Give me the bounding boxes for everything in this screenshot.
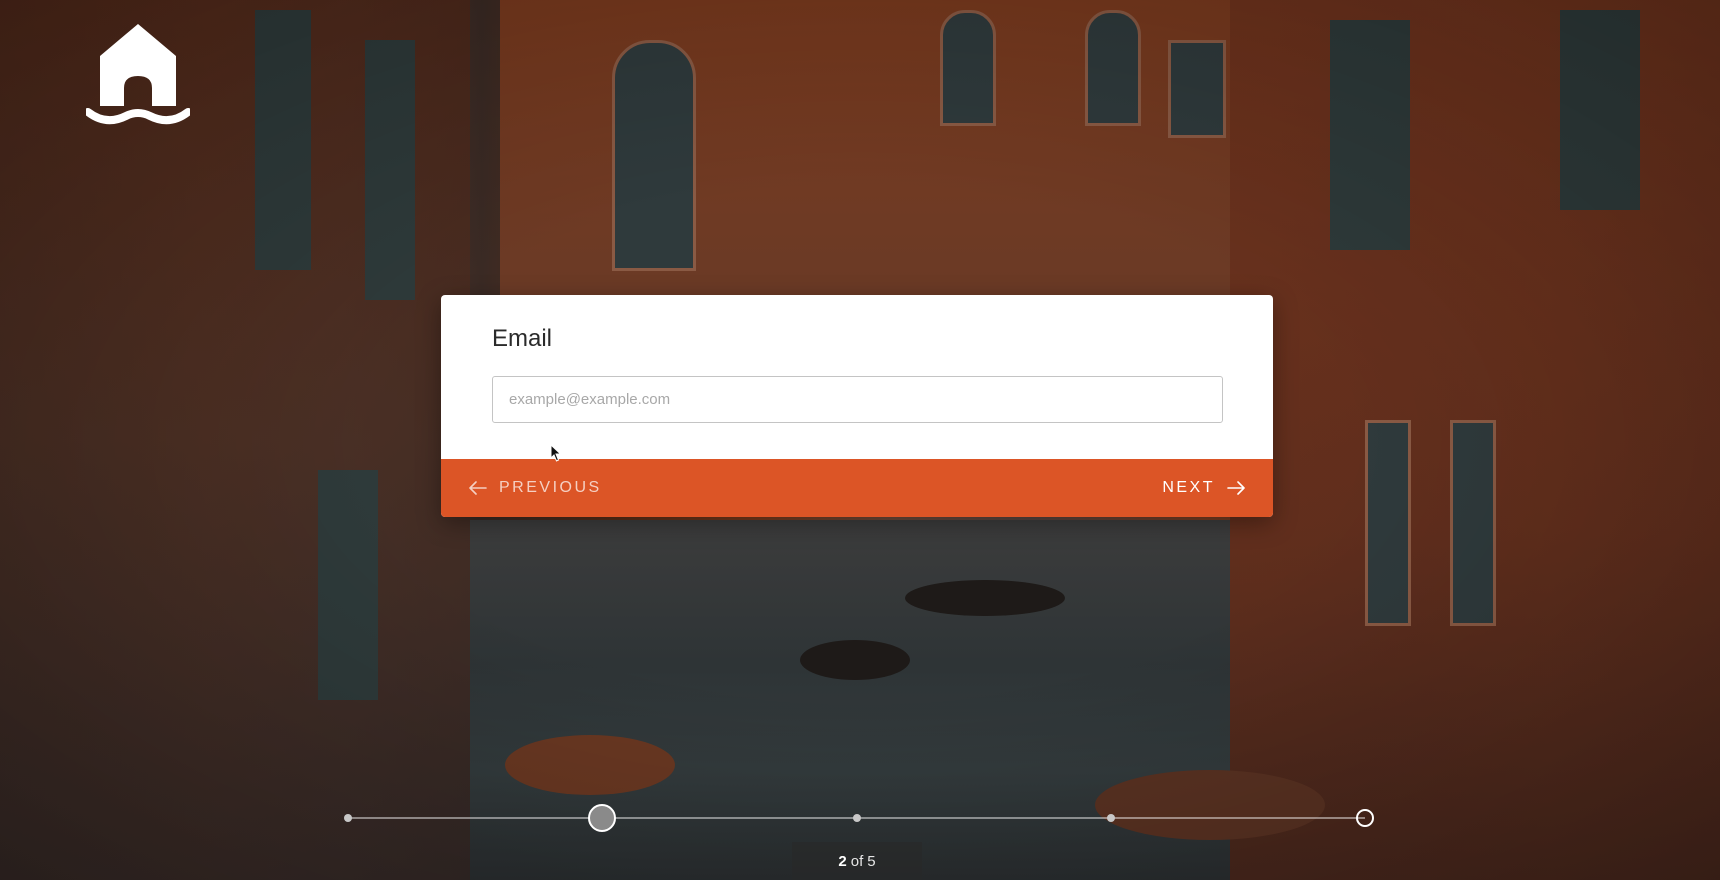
progress-separator: of — [850, 852, 864, 870]
progress-step-dot[interactable] — [852, 814, 861, 822]
progress-end-marker[interactable] — [1356, 809, 1374, 827]
progress-total: 5 — [867, 852, 876, 870]
progress-step-dot[interactable] — [1106, 814, 1115, 822]
previous-button-label: PREVIOUS — [499, 479, 602, 496]
question-body: Email — [441, 295, 1273, 459]
progress-current: 2 — [838, 852, 847, 870]
progress-current-knob[interactable] — [588, 804, 617, 832]
arrow-right-icon — [1227, 481, 1245, 495]
previous-button[interactable]: PREVIOUS — [469, 479, 602, 497]
next-button-label: NEXT — [1162, 479, 1215, 496]
next-button[interactable]: NEXT — [1162, 479, 1245, 497]
progress-counter: 2 of 5 — [792, 842, 922, 880]
form-page: Email PREVIOUS NEXT — [0, 0, 1720, 880]
question-label: Email — [492, 325, 553, 352]
progress-step-dot[interactable] — [344, 814, 352, 822]
arrow-left-icon — [469, 481, 487, 495]
question-card: Email PREVIOUS NEXT — [441, 295, 1273, 517]
progress-slider[interactable] — [344, 804, 1374, 832]
house-on-water-icon[interactable] — [84, 22, 192, 126]
mouse-cursor-icon — [550, 443, 562, 462]
email-input[interactable] — [492, 376, 1223, 423]
navigation-bar: PREVIOUS NEXT — [441, 459, 1273, 517]
